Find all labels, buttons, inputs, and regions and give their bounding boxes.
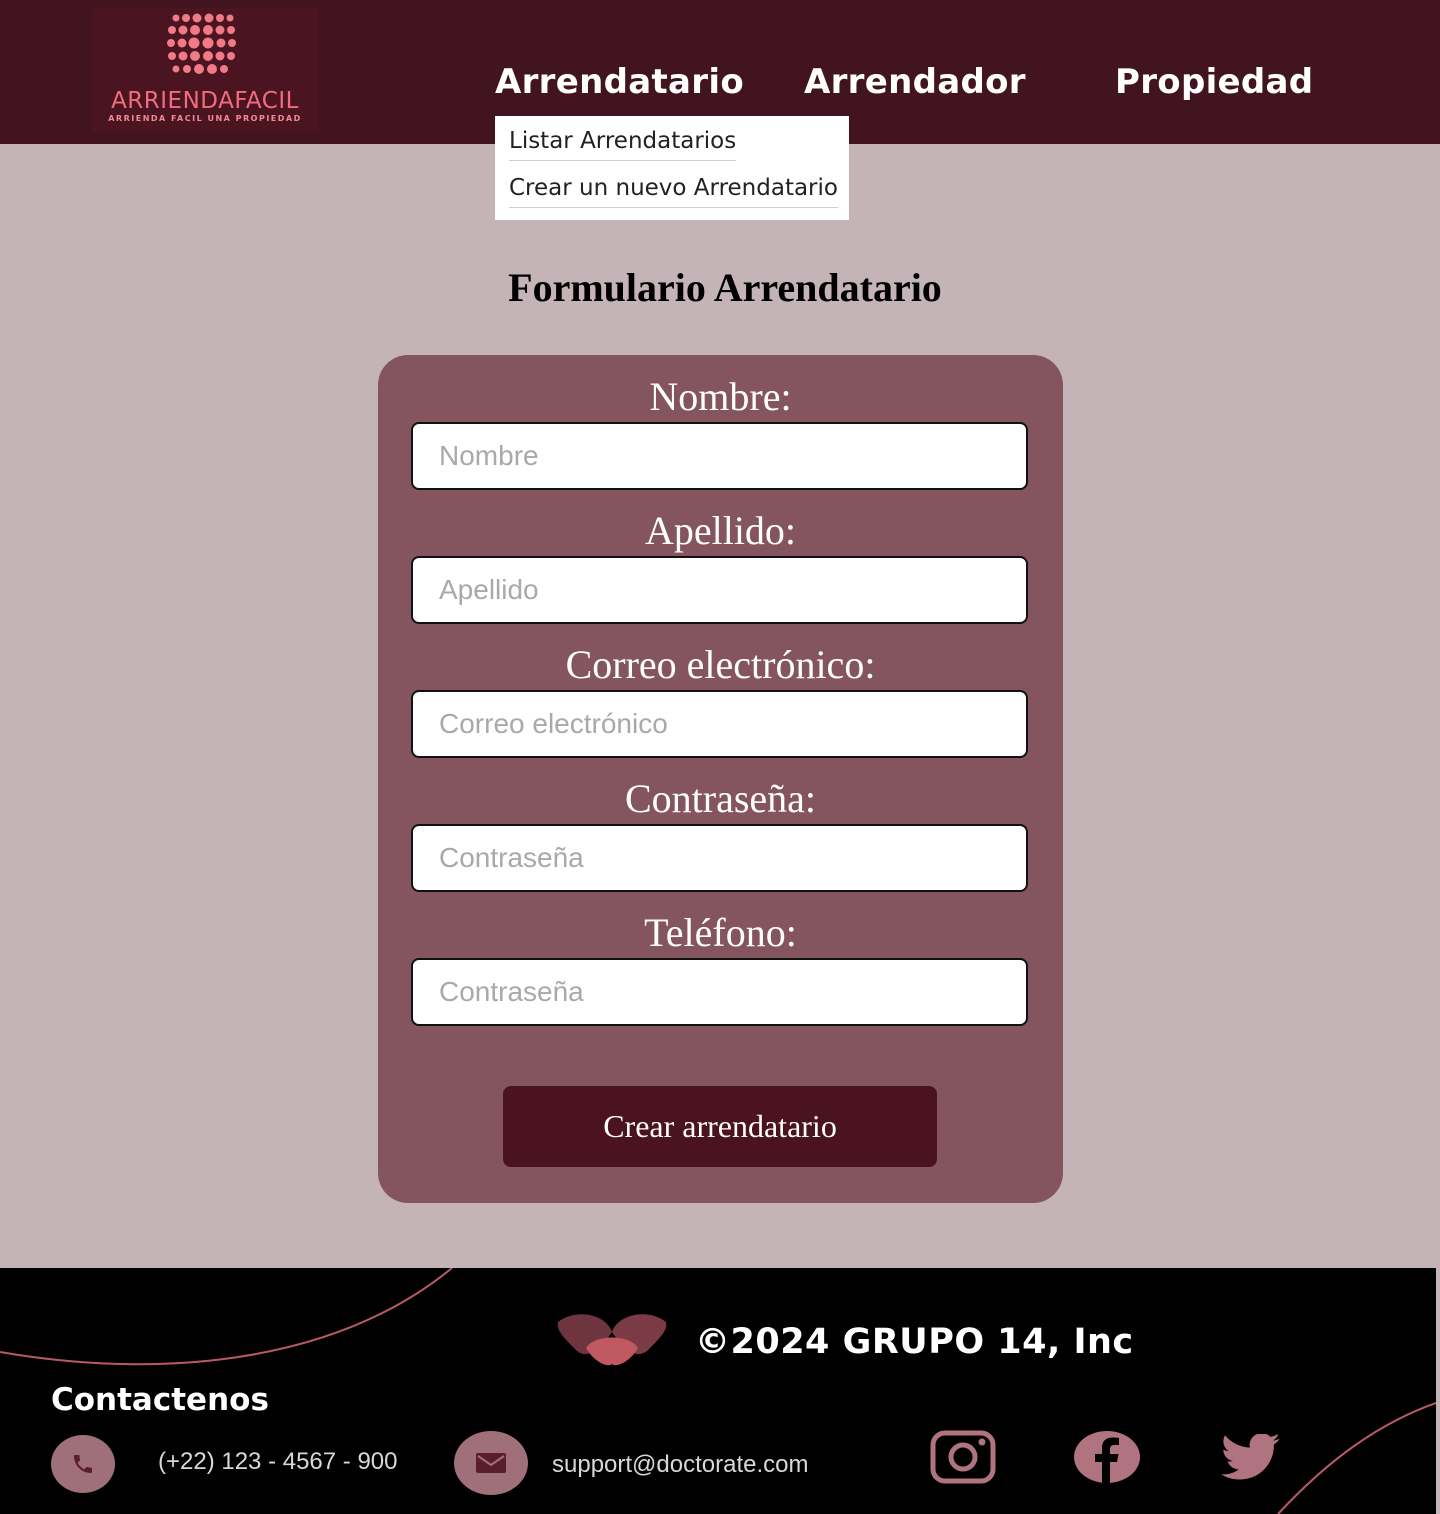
- contrasena-input[interactable]: [411, 824, 1028, 892]
- page-title: Formulario Arrendatario: [508, 265, 942, 310]
- phone-number: (+22) 123 - 4567 - 900: [158, 1448, 398, 1475]
- crear-arrendatario-button[interactable]: Crear arrendatario: [503, 1086, 937, 1167]
- footer: ©2024 GRUPO 14, Inc Contactenos (+22) 12…: [0, 1268, 1436, 1514]
- menu-item-listar-arrendatarios[interactable]: Listar Arrendatarios: [509, 128, 737, 161]
- contrasena-label: Contraseña:: [624, 776, 817, 821]
- email-address: support@doctorate.com: [552, 1451, 809, 1478]
- nombre-label: Nombre:: [649, 374, 792, 419]
- logo-dots-icon: [167, 13, 236, 74]
- phone-icon: [74, 1455, 92, 1473]
- arrendatario-form: Nombre: Apellido: Correo electrónico: Co…: [378, 355, 1063, 1203]
- contact-title: Contactenos: [51, 1382, 269, 1418]
- nav-arrendatario[interactable]: Arrendatario: [495, 62, 744, 102]
- logo-name: ARRIENDAFACIL: [111, 88, 299, 114]
- nombre-input[interactable]: [411, 422, 1028, 490]
- correo-label: Correo electrónico:: [565, 642, 876, 687]
- instagram-icon[interactable]: [930, 1430, 996, 1484]
- email-button[interactable]: [454, 1431, 528, 1495]
- phone-button[interactable]: [51, 1435, 115, 1493]
- telefono-input[interactable]: [411, 958, 1028, 1026]
- brand-mark-icon: [557, 1314, 667, 1366]
- apellido-label: Apellido:: [644, 508, 797, 553]
- facebook-icon[interactable]: [1073, 1430, 1141, 1484]
- correo-input[interactable]: [411, 690, 1028, 758]
- nav-propiedad[interactable]: Propiedad: [1115, 62, 1313, 102]
- logo[interactable]: ARRIENDAFACIL ARRIENDA FACIL UNA PROPIED…: [92, 8, 318, 132]
- copyright-text: ©2024 GRUPO 14, Inc: [695, 1322, 1134, 1362]
- twitter-icon[interactable]: [1220, 1434, 1282, 1480]
- telefono-label: Teléfono:: [644, 910, 797, 955]
- mail-icon: [476, 1453, 506, 1473]
- apellido-input[interactable]: [411, 556, 1028, 624]
- menu-item-crear-arrendatario[interactable]: Crear un nuevo Arrendatario: [509, 175, 838, 208]
- arrendatario-dropdown-menu: Listar Arrendatarios Crear un nuevo Arre…: [495, 116, 849, 220]
- logo-tagline: ARRIENDA FACIL UNA PROPIEDAD: [108, 114, 302, 123]
- nav-arrendador[interactable]: Arrendador: [804, 62, 1026, 102]
